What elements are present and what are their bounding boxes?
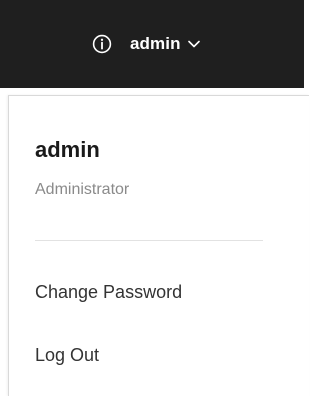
user-menu-button[interactable]: admin [130, 30, 200, 58]
dropdown-username: admin [35, 137, 100, 162]
info-icon[interactable] [92, 34, 112, 54]
top-navigation-bar: admin [0, 0, 304, 88]
dropdown-user-role: Administrator [35, 181, 130, 198]
user-menu-label: admin [130, 34, 181, 53]
chevron-down-icon [187, 40, 200, 48]
dropdown-divider [35, 240, 263, 241]
change-password-menu-item[interactable]: Change Password [35, 281, 182, 303]
log-out-menu-item[interactable]: Log Out [35, 344, 99, 366]
